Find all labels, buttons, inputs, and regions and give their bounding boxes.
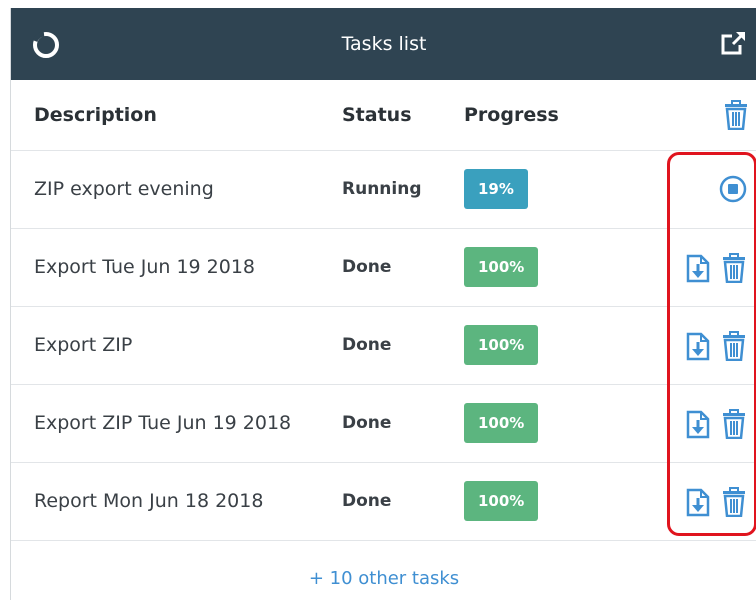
task-status: Done	[342, 491, 392, 511]
task-progress-cell: 100%	[464, 384, 539, 462]
progress-badge: 19%	[464, 169, 528, 209]
task-status: Done	[342, 413, 392, 433]
task-progress-cell: 100%	[464, 228, 539, 306]
progress-badge: 100%	[464, 481, 539, 521]
tasks-panel: Tasks list Description Status Progress Z…	[10, 8, 756, 600]
task-status: Done	[342, 335, 392, 355]
task-status: Done	[342, 257, 392, 277]
task-progress-cell: 100%	[464, 462, 539, 540]
actions-highlight-box	[667, 152, 756, 536]
trash-icon	[725, 100, 747, 130]
more-tasks-link[interactable]: + 10 other tasks	[309, 568, 459, 589]
progress-badge: 100%	[464, 325, 539, 365]
table-footer: + 10 other tasks	[11, 544, 756, 600]
column-header-status: Status	[342, 104, 412, 126]
task-progress-cell: 19%	[464, 150, 528, 228]
table-row: ZIP export evening Running 19%	[11, 150, 756, 229]
table-row: Report Mon Jun 18 2018 Done 100%	[11, 462, 756, 541]
table-row: Export ZIP Done 100%	[11, 306, 756, 385]
table-header-row: Description Status Progress	[11, 80, 756, 151]
panel-header: Tasks list	[11, 8, 756, 80]
table-row: Export ZIP Tue Jun 19 2018 Done 100%	[11, 384, 756, 463]
progress-badge: 100%	[464, 403, 539, 443]
column-header-description: Description	[34, 104, 157, 126]
task-description: Export ZIP Tue Jun 19 2018	[34, 412, 292, 434]
task-description: Export Tue Jun 19 2018	[34, 256, 256, 278]
external-link-icon[interactable]	[721, 30, 747, 56]
task-description: Export ZIP	[34, 334, 133, 356]
column-header-progress: Progress	[464, 104, 559, 126]
task-description: ZIP export evening	[34, 178, 214, 200]
task-description: Report Mon Jun 18 2018	[34, 490, 264, 512]
delete-all-button[interactable]	[722, 100, 750, 130]
page-title: Tasks list	[341, 33, 427, 55]
progress-badge: 100%	[464, 247, 539, 287]
table-row: Export Tue Jun 19 2018 Done 100%	[11, 228, 756, 307]
task-status: Running	[342, 179, 422, 199]
task-progress-cell: 100%	[464, 306, 539, 384]
